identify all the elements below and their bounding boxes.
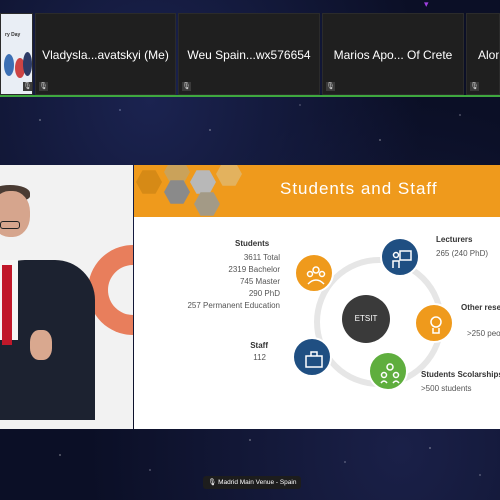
participant-tile-shared[interactable]: ry Day 🎙	[0, 13, 33, 95]
participant-tile[interactable]: Marios Apo... Of Crete 🎙	[322, 13, 464, 95]
lecturers-value: 265 (240 PhD)	[436, 249, 489, 258]
speaker-hand	[30, 330, 52, 360]
scholarships-title: Students Scolarships	[421, 370, 500, 379]
lecturers-title: Lecturers	[436, 235, 473, 244]
thumb-figure	[23, 52, 32, 76]
shared-slide[interactable]: Students and Staff Students 3611 Total 2…	[134, 165, 500, 429]
students-group-icon	[380, 363, 400, 384]
thumb-figure	[4, 54, 14, 76]
mic-muted-icon: 🎙	[39, 82, 48, 91]
center-node: ETSIT	[342, 295, 390, 343]
staff-title: Staff	[250, 341, 268, 350]
research-icon	[430, 316, 442, 334]
hex-decoration	[216, 165, 242, 186]
participant-strip: ry Day 🎙 Vladysla...avatskyi (Me) 🎙 Weu …	[0, 13, 500, 95]
students-line: 745 Master	[239, 277, 280, 286]
briefcase-icon	[305, 351, 323, 368]
participant-tile[interactable]: Vladysla...avatskyi (Me) 🎙	[35, 13, 176, 95]
other-value: >250 peo	[467, 329, 500, 338]
mic-muted-icon: 🎙	[470, 82, 479, 91]
students-line: 3611 Total	[243, 253, 280, 262]
participant-tile[interactable]: Weu Spain...wx576654 🎙	[178, 13, 320, 95]
slide-title: Students and Staff	[280, 179, 438, 198]
graduates-icon	[306, 266, 326, 285]
students-title: Students	[235, 239, 270, 248]
research-node	[414, 303, 454, 343]
participant-name: Alon	[478, 48, 500, 62]
students-node	[294, 253, 334, 293]
venue-label: 🎙 Madrid Main Venue - Spain	[203, 476, 302, 489]
scholarships-node	[368, 351, 408, 391]
mic-muted-icon: 🎙	[326, 82, 335, 91]
students-line: 257 Permanent Education	[187, 301, 280, 310]
speaker-glasses	[0, 221, 20, 229]
dropdown-indicator-icon[interactable]: ▾	[424, 0, 432, 9]
hex-decoration	[194, 192, 220, 216]
lecturer-board-icon	[392, 250, 412, 268]
other-title: Other rese	[461, 303, 500, 312]
active-speaker-indicator	[0, 95, 500, 97]
speaker-head	[0, 191, 30, 237]
speaker-tie	[2, 265, 12, 345]
lecturers-node	[380, 237, 420, 277]
slide-header: Students and Staff	[134, 165, 500, 217]
participant-tile[interactable]: Alon 🎙	[466, 13, 500, 95]
mic-muted-icon: 🎙	[23, 82, 32, 91]
speaker-video[interactable]	[0, 165, 133, 429]
participant-name: Marios Apo... Of Crete	[333, 48, 453, 62]
staff-value: 112	[253, 353, 266, 362]
venue-mic-icon: 🎙	[208, 479, 219, 486]
hex-decoration	[164, 180, 190, 204]
thumb-label: ry Day	[5, 32, 21, 38]
students-line: 2319 Bachelor	[228, 265, 280, 274]
mic-muted-icon: 🎙	[182, 82, 191, 91]
scholarships-value: >500 students	[421, 384, 472, 393]
hex-decoration	[190, 170, 216, 194]
venue-label-text: Madrid Main Venue - Spain	[218, 479, 297, 486]
staff-node	[292, 337, 332, 377]
students-line: 290 PhD	[248, 289, 280, 298]
participant-name: Vladysla...avatskyi (Me)	[42, 48, 169, 62]
hex-decoration	[136, 170, 162, 194]
participant-name: Weu Spain...wx576654	[187, 48, 311, 62]
